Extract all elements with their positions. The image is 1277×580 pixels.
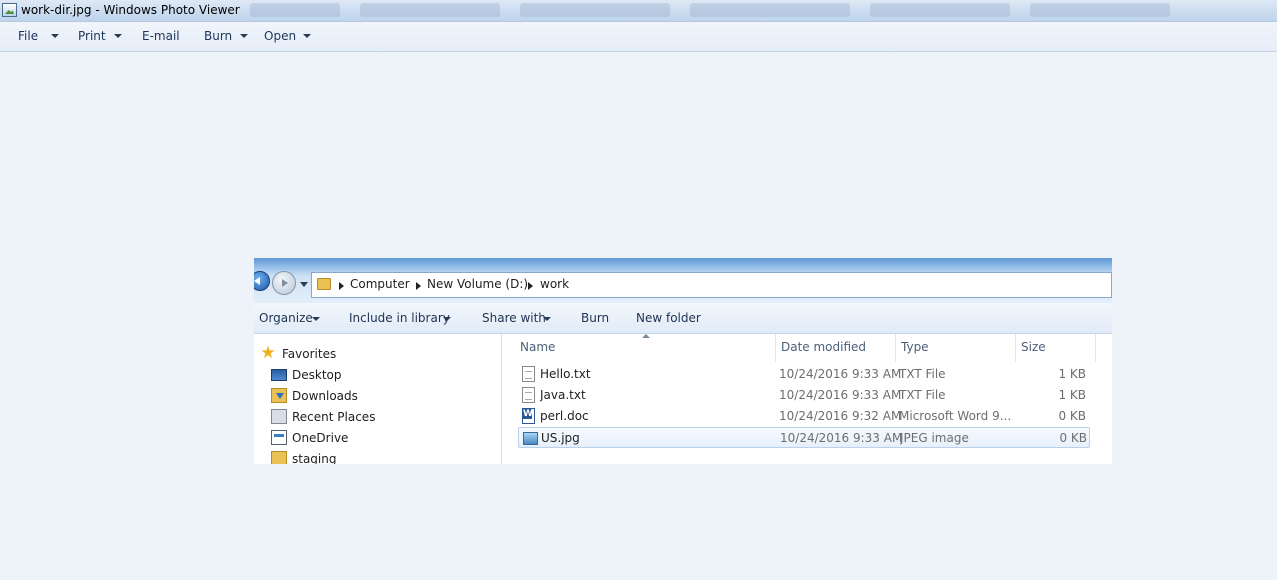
file-type: JPEG image <box>900 431 969 445</box>
chevron-down-icon[interactable] <box>51 34 59 38</box>
star-icon: ★ <box>260 343 276 363</box>
file-type: TXT File <box>899 367 946 381</box>
chevron-down-icon <box>312 317 320 321</box>
file-date: 10/24/2016 9:33 AM <box>779 388 902 402</box>
file-name: US.jpg <box>541 431 580 445</box>
new-folder-button: New folder <box>636 311 701 325</box>
file-name: perl.doc <box>540 409 589 423</box>
nav-item-label: Downloads <box>292 389 358 403</box>
menu-email[interactable]: E-mail <box>142 29 180 43</box>
file-name: Java.txt <box>540 388 586 402</box>
downloads-icon <box>271 388 287 403</box>
column-header-name: Name <box>503 334 776 362</box>
column-header-label: Type <box>901 340 929 354</box>
breadcrumb-computer: Computer <box>350 277 410 291</box>
file-size: 0 KB <box>1059 431 1087 445</box>
breadcrumb-arrow-icon <box>416 282 421 290</box>
breadcrumb-new-volume: New Volume (D:) <box>427 277 529 291</box>
chevron-down-icon <box>300 282 308 287</box>
text-file-icon <box>522 387 535 403</box>
burn-button: Burn <box>581 311 610 325</box>
breadcrumb-arrow-icon <box>528 282 533 290</box>
jpeg-image-icon <box>523 432 538 445</box>
background-tab-blur <box>690 3 850 17</box>
nav-item-label: OneDrive <box>292 431 349 445</box>
menu-burn[interactable]: Burn <box>204 29 232 43</box>
column-header-type: Type <box>896 334 1016 362</box>
file-date: 10/24/2016 9:33 AM <box>780 431 903 445</box>
photo-viewer-icon <box>2 3 17 17</box>
background-tab-blur <box>250 3 340 17</box>
menu-print[interactable]: Print <box>78 29 106 43</box>
file-row-selected: US.jpg 10/24/2016 9:33 AM JPEG image 0 K… <box>518 427 1090 448</box>
menu-file[interactable]: File <box>18 29 38 43</box>
file-row: Hello.txt 10/24/2016 9:33 AM TXT File 1 … <box>518 364 1090 385</box>
file-size: 1 KB <box>1058 367 1086 381</box>
explorer-navigation-bar: Computer New Volume (D:) work <box>254 258 1112 303</box>
file-type: TXT File <box>899 388 946 402</box>
file-row: Java.txt 10/24/2016 9:33 AM TXT File 1 K… <box>518 385 1090 406</box>
column-header-date-modified: Date modified <box>776 334 896 362</box>
word-doc-icon <box>522 408 535 424</box>
column-header-label: Name <box>520 340 556 354</box>
chevron-down-icon[interactable] <box>303 34 311 38</box>
file-size: 0 KB <box>1058 409 1086 423</box>
nav-item-label: Recent Places <box>292 410 376 424</box>
menu-bar: File Print E-mail Burn Open <box>0 22 1277 52</box>
column-header-label: Date modified <box>781 340 867 354</box>
displayed-image: Computer New Volume (D:) work Organize I… <box>254 258 1112 464</box>
organize-button: Organize <box>259 311 313 325</box>
navigation-pane: ★ Favorites Desktop Downloads Recent Pla… <box>254 334 502 464</box>
include-in-library-button: Include in library <box>349 311 450 325</box>
nav-item-label: Desktop <box>292 368 342 382</box>
forward-arrow-icon <box>272 271 296 295</box>
file-size: 1 KB <box>1058 388 1086 402</box>
column-header-label: Size <box>1021 340 1046 354</box>
breadcrumb-arrow-icon <box>339 282 344 290</box>
title-bar: work-dir.jpg - Windows Photo Viewer <box>0 0 1277 22</box>
text-file-icon <box>522 366 535 382</box>
file-list: Name Date modified Type Size Hello.txt 1… <box>503 334 1112 464</box>
nav-item-label: staging <box>292 452 337 464</box>
explorer-command-bar: Organize Include in library Share with B… <box>254 303 1112 334</box>
background-tab-blur <box>360 3 500 17</box>
share-with-button: Share with <box>482 311 546 325</box>
desktop-icon <box>271 369 287 381</box>
onedrive-icon <box>271 430 287 445</box>
chevron-down-icon[interactable] <box>114 34 122 38</box>
nav-item-label: Favorites <box>282 347 337 361</box>
menu-open[interactable]: Open <box>264 29 296 43</box>
background-tab-blur <box>870 3 1010 17</box>
file-date: 10/24/2016 9:33 AM <box>779 367 902 381</box>
file-row: perl.doc 10/24/2016 9:32 AM Microsoft Wo… <box>518 406 1090 427</box>
chevron-down-icon[interactable] <box>240 34 248 38</box>
file-date: 10/24/2016 9:32 AM <box>779 409 902 423</box>
recent-places-icon <box>271 409 287 424</box>
back-arrow-icon <box>254 271 270 291</box>
chevron-down-icon <box>543 317 551 321</box>
folder-icon <box>317 278 331 290</box>
folder-icon <box>271 451 287 464</box>
background-tab-blur <box>1030 3 1170 17</box>
breadcrumb-work: work <box>540 277 570 291</box>
background-tab-blur <box>520 3 670 17</box>
chevron-down-icon <box>443 317 451 321</box>
file-name: Hello.txt <box>540 367 591 381</box>
column-header-size: Size <box>1016 334 1096 362</box>
file-type: Microsoft Word 9... <box>899 409 1011 423</box>
window-title: work-dir.jpg - Windows Photo Viewer <box>21 3 240 17</box>
address-bar: Computer New Volume (D:) work <box>311 272 1112 298</box>
